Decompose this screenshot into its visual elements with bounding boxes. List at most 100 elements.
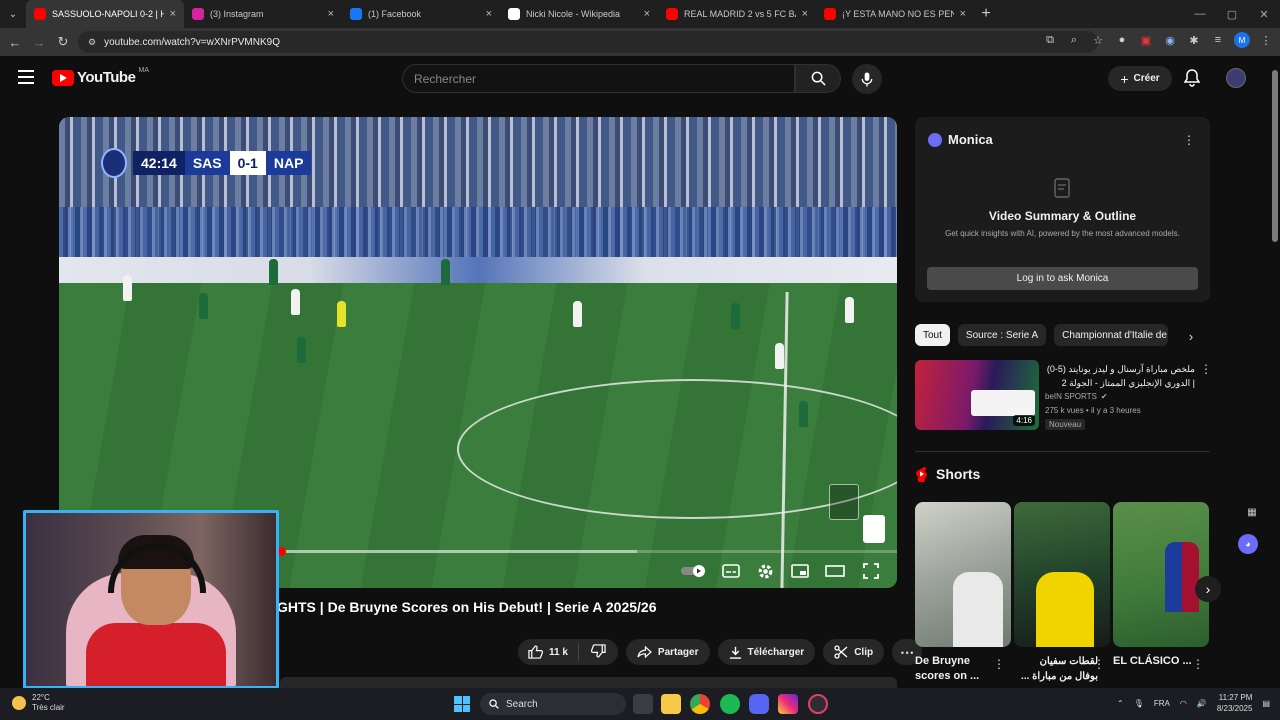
autoplay-toggle[interactable] [679,560,709,582]
recommended-menu-icon[interactable]: ⋮ [1200,362,1212,376]
browser-tab[interactable]: (3) Instagram × [184,0,342,28]
like-dislike-group: 11 k [518,639,618,665]
app-icon[interactable] [808,694,828,714]
task-view-icon[interactable] [633,694,653,714]
extensions-puzzle-icon[interactable]: ✱ [1186,32,1202,48]
reading-list-icon[interactable]: ≡ [1210,32,1226,48]
tab-close-icon[interactable]: × [328,8,334,20]
reload-button[interactable]: ↻ [51,34,75,50]
theater-mode-button[interactable] [823,560,847,582]
clip-button[interactable]: Clip [823,639,885,665]
weather-widget[interactable]: 22°C Très clair [12,693,65,713]
short-thumbnail-2[interactable] [1014,502,1110,647]
floating-monica-button[interactable]: ◕ [1238,534,1258,554]
taskbar-search[interactable]: Search [480,693,626,715]
create-button[interactable]: + Créer [1108,66,1172,91]
forward-button[interactable]: → [27,35,51,50]
recommended-title[interactable]: ملخص مباراة آرسنال و ليدز يونايتد (5-0) … [1045,362,1195,390]
browser-tab[interactable]: REAL MADRID 2 vs 5 FC BARCE × [658,0,816,28]
monica-login-button[interactable]: Log in to ask Monica [927,267,1198,290]
subtitles-button[interactable] [719,560,743,582]
clock[interactable]: 11:27 PM 8/23/2025 [1217,692,1253,714]
install-app-icon[interactable]: ⧉ [1042,32,1058,48]
chrome-icon[interactable] [690,694,710,714]
bookmark-star-icon[interactable]: ☆ [1090,32,1106,48]
tab-close-icon[interactable]: × [644,8,650,20]
account-avatar[interactable] [1226,68,1246,88]
miniplayer-button[interactable] [788,560,812,582]
voice-search-button[interactable] [852,64,882,94]
hamburger-menu-icon[interactable] [18,70,34,84]
notifications-button[interactable] [1183,69,1201,92]
tab-close-icon[interactable]: × [802,8,808,20]
facebook-icon [350,8,362,20]
recommended-thumbnail[interactable]: 4:16 [915,360,1039,430]
short-menu-icon[interactable]: ⋮ [993,657,1005,671]
volume-icon[interactable]: 🔊 [1197,699,1207,708]
download-button[interactable]: Télécharger [717,639,816,665]
extension-circle-icon[interactable]: ● [1114,32,1130,48]
youtube-logo[interactable]: YouTube MA [52,67,149,86]
short-thumbnail-1[interactable] [915,502,1011,647]
translate-extension-icon[interactable]: ◉ [1162,32,1178,48]
browser-tab[interactable]: Nicki Nicole - Wikipedia × [500,0,658,28]
site-info-icon[interactable]: ⚙ [88,37,96,48]
search-placeholder: Rechercher [414,71,477,86]
monica-menu-icon[interactable]: ⋮ [1183,133,1195,147]
browser-tab[interactable]: (1) Facebook × [342,0,500,28]
thumbs-down-icon [590,643,606,658]
discord-icon[interactable] [749,694,769,714]
shorts-next-button[interactable]: › [1195,576,1221,602]
tab-close-icon[interactable]: × [960,8,966,20]
short-thumbnail-3[interactable] [1113,502,1209,647]
extension-red-icon[interactable]: ▣ [1138,32,1154,48]
share-arrow-icon [637,646,652,658]
browser-tab[interactable]: SASSUOLO-NAPOLI 0-2 | HIGHL × [26,0,184,28]
spotify-icon[interactable] [720,694,740,714]
url-bar[interactable]: ⚙ youtube.com/watch?v=wXNrPVMNK9Q [78,31,1098,53]
recommended-video[interactable]: 4:16 ملخص مباراة آرسنال و ليدز يونايتد (… [915,360,1212,430]
chip-source-serie-a[interactable]: Source : Serie A [957,324,1047,346]
like-button[interactable]: 11 k [518,643,579,661]
maximize-button[interactable]: ▢ [1216,8,1248,21]
notification-center-icon[interactable]: ▤ [1262,699,1270,708]
browser-tab[interactable]: ¡Y ESTA MANO NO ES PENALTI × [816,0,974,28]
tab-search-icon[interactable]: ⌄ [0,0,26,28]
start-button[interactable] [454,696,470,712]
chip-championnat[interactable]: Championnat d'Italie de [1054,324,1169,346]
webcam-person-shirt [86,623,226,686]
scrollbar-thumb[interactable] [1272,70,1278,242]
settings-button[interactable] [753,560,777,582]
short-menu-icon[interactable]: ⋮ [1192,657,1204,671]
profile-avatar[interactable]: M [1234,32,1250,48]
tray-mic-icon[interactable]: 🎙 [1134,699,1144,708]
wifi-icon[interactable]: ◠ [1180,699,1187,708]
language-indicator[interactable]: FRA [1154,699,1170,708]
dislike-button[interactable] [579,643,618,661]
tab-close-icon[interactable]: × [486,8,492,20]
short-menu-icon[interactable]: ⋮ [1093,657,1105,671]
search-button[interactable] [795,64,841,93]
chip-all[interactable]: Tout [915,324,950,346]
player-figure [269,259,278,285]
instagram-icon[interactable] [778,694,798,714]
short-title-2[interactable]: لقطات سفيان بوفال من مباراة ... [1014,654,1098,684]
file-explorer-icon[interactable] [661,694,681,714]
browser-menu-icon[interactable]: ⋮ [1258,32,1274,48]
close-window-button[interactable]: ✕ [1248,8,1280,21]
share-button[interactable]: Partager [625,639,710,665]
back-button[interactable]: ← [3,35,27,50]
zoom-icon[interactable]: ⌕ [1066,32,1082,48]
windows-logo-icon [454,696,462,704]
minimize-button[interactable]: — [1184,8,1216,20]
short-title-1[interactable]: De Bruyne scores on ... [915,654,999,684]
tray-overflow-icon[interactable]: ⌃ [1117,699,1124,708]
search-input[interactable]: Rechercher [402,64,795,93]
channel-name[interactable]: beIN SPORTS [1045,390,1097,404]
chips-next-button[interactable]: › [1180,325,1202,347]
tab-close-icon[interactable]: × [170,8,176,20]
short-title-3[interactable]: EL CLÁSICO ... [1113,654,1197,669]
new-tab-button[interactable]: + [974,5,998,23]
floating-tools-button[interactable]: ▦ [1242,502,1262,522]
fullscreen-button[interactable] [859,560,883,582]
